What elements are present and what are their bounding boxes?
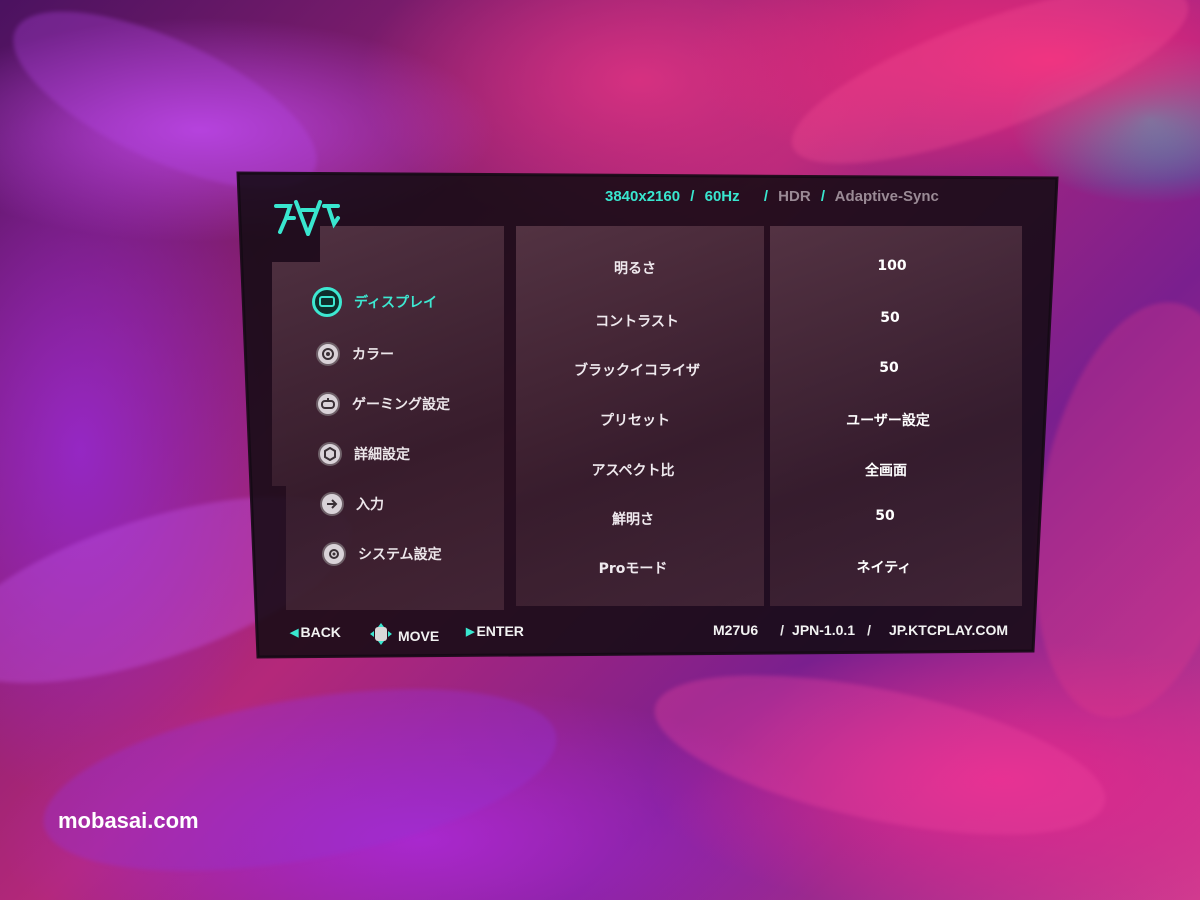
website-label: JP.KTCPLAY.COM [888, 622, 1009, 638]
back-arrow-icon: ◀ [290, 626, 299, 639]
model-label: M27U6 [713, 622, 759, 638]
menu-item-label: システム設定 [358, 547, 442, 563]
footer-separator: / [867, 622, 871, 638]
advanced-settings-icon [318, 442, 342, 466]
aspect-ratio-value: 全画面 [865, 463, 907, 479]
move-label: MOVE [398, 627, 440, 644]
menu-item-gaming[interactable]: ゲーミング設定 [316, 390, 450, 418]
color-icon [316, 342, 340, 366]
background-petal [773, 0, 1200, 199]
contrast-value: 50 [880, 310, 900, 326]
menu-item-label: 詳細設定 [354, 447, 410, 463]
back-label: BACK [300, 624, 341, 640]
back-button[interactable]: ◀ BACK [290, 624, 341, 640]
header-separator: / [763, 188, 768, 205]
system-settings-icon [322, 542, 346, 566]
menu-item-label: カラー [352, 347, 394, 363]
setting-pro-mode[interactable]: Proモード [518, 558, 748, 578]
setting-sharpness[interactable]: 鮮明さ [518, 509, 748, 529]
menu-item-input[interactable]: 入力 [320, 490, 384, 518]
setting-preset[interactable]: プリセット [520, 410, 750, 430]
setting-contrast[interactable]: コントラスト [522, 311, 752, 331]
setting-brightness[interactable]: 明るさ [520, 258, 750, 278]
menu-item-color[interactable]: カラー [316, 340, 394, 368]
menu-item-label: ディスプレイ [354, 295, 438, 311]
adaptive-sync-label: Adaptive-Sync [834, 188, 939, 205]
wallpaper-background: 3840x2160 / 60Hz / HDR / Adaptive-Sync デ… [0, 0, 1200, 900]
black-equalizer-value: 50 [879, 360, 899, 376]
resolution-label: 3840x2160 [605, 188, 681, 205]
dpad-icon [368, 623, 394, 648]
menu-item-display[interactable]: ディスプレイ [312, 287, 438, 317]
sharpness-value: 50 [875, 508, 895, 524]
header-separator: / [690, 188, 695, 205]
pro-mode-value: ネイティ [856, 560, 912, 576]
menu-item-advanced[interactable]: 詳細設定 [318, 440, 410, 468]
display-icon [312, 287, 342, 317]
setting-black-equalizer[interactable]: ブラックイコライザ [522, 360, 752, 380]
enter-label: ENTER [476, 623, 524, 639]
enter-arrow-icon: ▶ [466, 625, 475, 638]
background-petal [641, 643, 1119, 867]
refresh-rate-label: 60Hz [704, 188, 740, 205]
header-separator: / [820, 188, 825, 205]
brightness-value: 100 [877, 258, 907, 274]
hdr-label: HDR [778, 188, 811, 205]
watermark: mobasai.com [58, 808, 199, 833]
background-petal [30, 656, 570, 900]
status-header: 3840x2160 / 60Hz / HDR / Adaptive-Sync [605, 188, 1025, 210]
enter-button[interactable]: ▶ ENTER [466, 623, 524, 639]
setting-aspect-ratio[interactable]: アスペクト比 [518, 460, 748, 480]
firmware-label: JPN-1.0.1 [792, 622, 856, 638]
menu-item-system[interactable]: システム設定 [322, 540, 442, 568]
move-button[interactable]: MOVE [368, 623, 439, 648]
input-icon [320, 492, 344, 516]
preset-value: ユーザー設定 [846, 413, 930, 429]
menu-item-label: 入力 [356, 497, 384, 513]
device-info: M27U6 / JPN-1.0.1 / JP.KTCPLAY.COM [713, 622, 1008, 638]
gaming-icon [316, 392, 340, 416]
footer-separator: / [780, 622, 785, 638]
menu-item-label: ゲーミング設定 [352, 397, 450, 413]
brand-logo-icon [274, 200, 340, 236]
